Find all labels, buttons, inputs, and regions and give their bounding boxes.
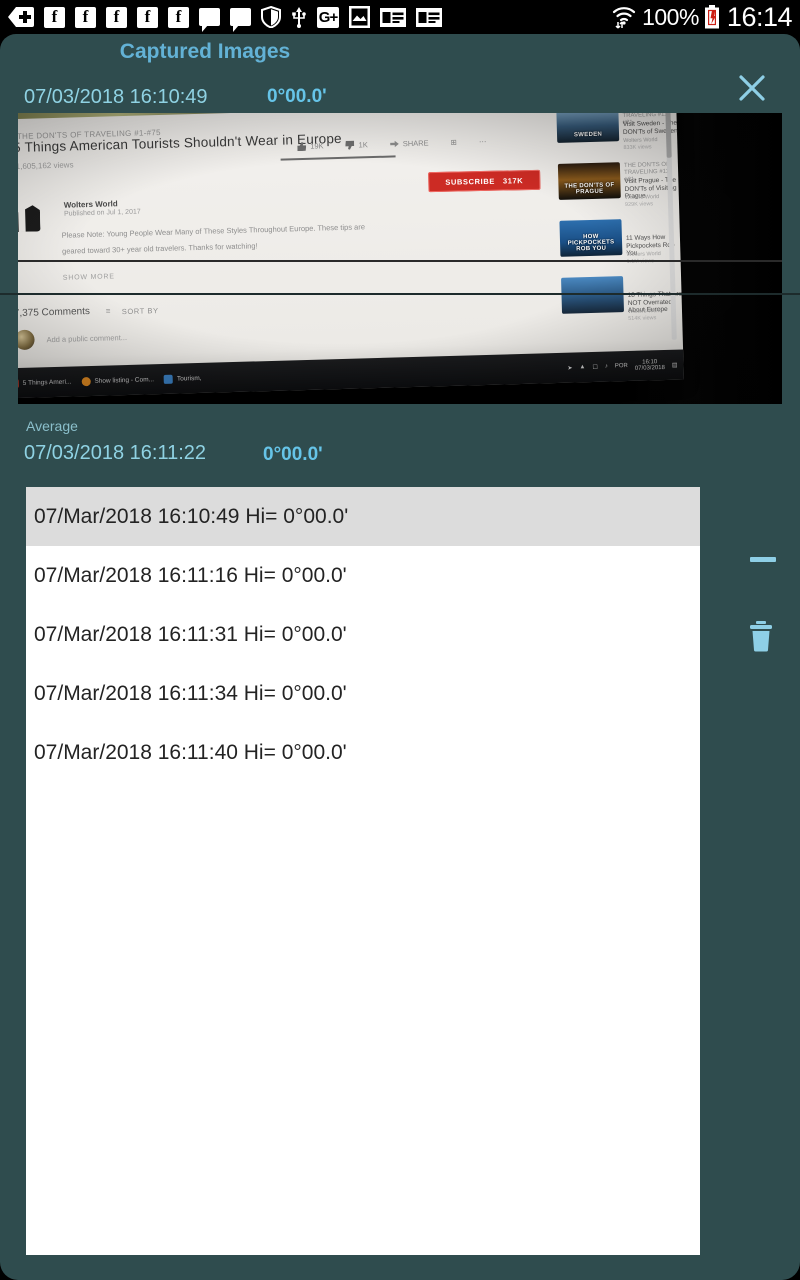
list-item-label: 07/Mar/2018 16:11:16 Hi= 0°00.0' (34, 563, 347, 587)
average-label: Average (26, 418, 78, 434)
list-item-label: 07/Mar/2018 16:11:31 Hi= 0°00.0' (34, 622, 347, 646)
facebook-icon: f (75, 6, 96, 28)
facebook-icon: f (106, 6, 127, 28)
status-bar-clock: 16:14 (726, 1, 793, 32)
captured-photo[interactable]: THE DON'TS OF TRAVELING #1-#75 5 Things … (18, 113, 782, 404)
list-item[interactable]: 07/Mar/2018 16:11:31 Hi= 0°00.0' (26, 605, 700, 664)
shield-icon (261, 5, 281, 29)
news-card-icon (416, 7, 442, 27)
list-item[interactable]: 07/Mar/2018 16:11:40 Hi= 0°00.0' (26, 723, 700, 782)
list-item-label: 07/Mar/2018 16:11:40 Hi= 0°00.0' (34, 740, 347, 764)
status-bar-system-icons: 100% 16:14 (611, 1, 793, 33)
photo-vignette (18, 113, 782, 404)
captured-value: 0°00.0' (267, 86, 327, 107)
battery-alert-icon (704, 4, 720, 29)
usb-icon (291, 6, 307, 28)
horizon-reference-line (0, 293, 800, 295)
status-bar-notification-icons: f f f f f G+ (8, 5, 611, 32)
average-timestamp: 07/03/2018 16:11:22 (24, 442, 207, 464)
average-value: 0°00.0' (263, 444, 323, 465)
minus-icon (750, 556, 776, 562)
list-item[interactable]: 07/Mar/2018 16:11:34 Hi= 0°00.0' (26, 664, 700, 723)
android-status-bar: f f f f f G+ 100% 16:14 (0, 0, 800, 34)
facebook-icon: f (168, 6, 189, 28)
wifi-icon (611, 5, 637, 29)
list-item-label: 07/Mar/2018 16:11:34 Hi= 0°00.0' (34, 681, 347, 705)
battery-percent-label: 100% (642, 3, 699, 30)
screenshot-icon (349, 6, 370, 28)
captured-timestamp: 07/03/2018 16:10:49 (24, 86, 208, 108)
list-item[interactable]: 07/Mar/2018 16:10:49 Hi= 0°00.0' (26, 487, 700, 546)
measurement-list[interactable]: 07/Mar/2018 16:10:49 Hi= 0°00.0' 07/Mar/… (26, 487, 700, 1255)
list-item-label: 07/Mar/2018 16:10:49 Hi= 0°00.0' (34, 504, 349, 528)
google-plus-icon: G+ (317, 6, 339, 28)
delete-all-button[interactable] (740, 616, 782, 656)
remove-entry-button[interactable] (744, 547, 782, 571)
list-item[interactable]: 07/Mar/2018 16:11:16 Hi= 0°00.0' (26, 546, 700, 605)
captured-images-dialog: Captured Images 07/03/2018 16:10:49 0°00… (0, 34, 800, 1280)
facebook-icon: f (44, 6, 65, 28)
screen: f f f f f G+ 100% 16:14 Captured Images … (0, 0, 800, 1280)
photo-content: THE DON'TS OF TRAVELING #1-#75 5 Things … (18, 113, 782, 404)
message-icon (199, 8, 220, 32)
page-title: Captured Images (119, 40, 291, 63)
message-icon (230, 8, 251, 32)
horizon-crosshair-line (18, 260, 782, 262)
trash-icon (750, 621, 772, 652)
facebook-icon: f (137, 6, 158, 28)
back-nav-icon (8, 7, 34, 27)
news-card-icon (380, 7, 406, 27)
